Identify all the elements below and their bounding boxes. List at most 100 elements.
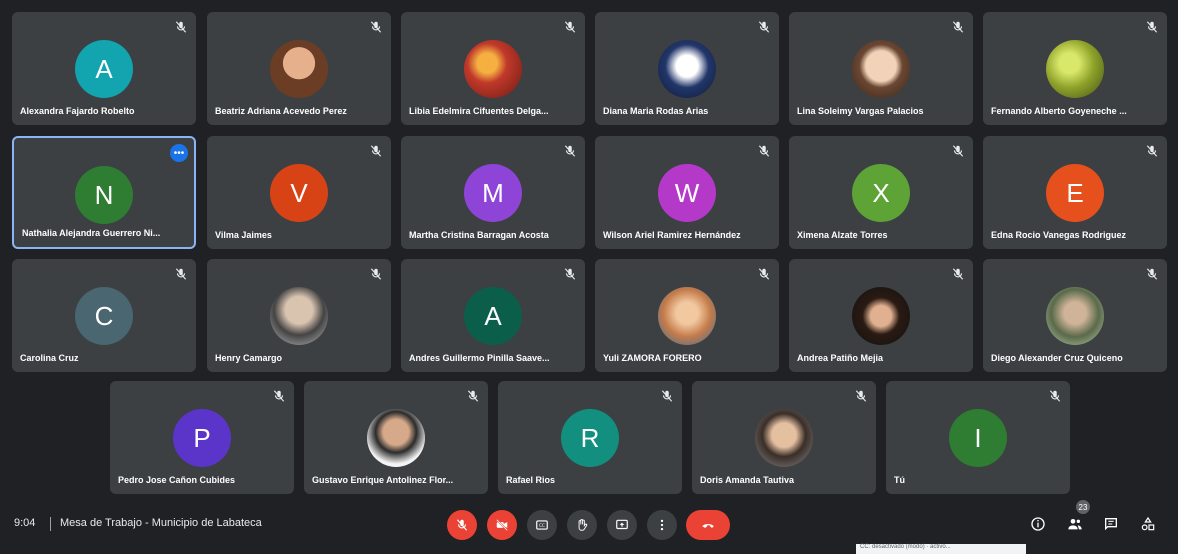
participant-tile[interactable]: I Tú <box>886 381 1070 494</box>
participant-tile[interactable]: Gustavo Enrique Antolinez Flor... <box>304 381 488 494</box>
mic-off-icon <box>272 389 286 403</box>
participant-avatar: E <box>1046 164 1104 222</box>
participant-photo <box>852 40 910 98</box>
participant-tile[interactable]: Beatriz Adriana Acevedo Perez <box>207 12 391 125</box>
participant-photo <box>852 287 910 345</box>
participant-name: Beatriz Adriana Acevedo Perez <box>215 106 347 116</box>
participant-tile[interactable]: M Martha Cristina Barragan Acosta <box>401 136 585 249</box>
participant-avatar: A <box>464 287 522 345</box>
participant-tile[interactable]: Diego Alexander Cruz Quiceno <box>983 259 1167 372</box>
more-options-button[interactable] <box>647 510 677 540</box>
mic-off-icon <box>757 144 771 158</box>
activities-icon <box>1141 516 1155 531</box>
mic-off-icon <box>466 389 480 403</box>
participants-button[interactable] <box>1064 513 1086 535</box>
participant-tile[interactable]: A Andres Guillermo Pinilla Saave... <box>401 259 585 372</box>
participant-tile[interactable]: A Alexandra Fajardo Robelto <box>12 12 196 125</box>
mic-off-icon <box>757 20 771 34</box>
participant-avatar: P <box>173 409 231 467</box>
participant-tile[interactable]: Fernando Alberto Goyeneche ... <box>983 12 1167 125</box>
participant-name: Nathalia Alejandra Guerrero Ni... <box>22 228 161 238</box>
mic-off-icon <box>854 389 868 403</box>
participant-tile[interactable]: N Nathalia Alejandra Guerrero Ni... ••• <box>12 136 196 249</box>
participant-avatar: A <box>75 40 133 98</box>
participant-avatar: W <box>658 164 716 222</box>
mic-off-icon <box>369 144 383 158</box>
mic-off-icon <box>1048 389 1062 403</box>
chat-button[interactable] <box>1100 513 1122 535</box>
participant-photo <box>1046 40 1104 98</box>
tile-more-options-icon[interactable]: ••• <box>170 144 188 162</box>
raise-hand-button[interactable] <box>567 510 597 540</box>
participant-photo <box>755 409 813 467</box>
participant-tile[interactable]: W Wilson Ariel Ramirez Hernández <box>595 136 779 249</box>
info-icon <box>1031 517 1045 531</box>
participant-name: Lina Soleimy Vargas Palacios <box>797 106 924 116</box>
activities-button[interactable] <box>1137 513 1159 535</box>
mic-off-icon <box>951 20 965 34</box>
participant-photo <box>367 409 425 467</box>
participant-name: Diana Maria Rodas Arias <box>603 106 709 116</box>
participant-avatar: I <box>949 409 1007 467</box>
participant-tile[interactable]: C Carolina Cruz <box>12 259 196 372</box>
participant-name: Libia Edelmira Cifuentes Delga... <box>409 106 549 116</box>
mic-off-icon <box>951 144 965 158</box>
participant-name: Pedro Jose Cañon Cubides <box>118 475 236 485</box>
participant-tile[interactable]: Doris Amanda Tautiva <box>692 381 876 494</box>
participant-tile[interactable]: R Rafael Rios <box>498 381 682 494</box>
participant-avatar: N <box>75 166 133 224</box>
present-icon <box>616 519 628 530</box>
participant-avatar: X <box>852 164 910 222</box>
leave-call-icon <box>702 523 714 528</box>
captions-button[interactable]: CC <box>527 510 557 540</box>
participant-name: Gustavo Enrique Antolinez Flor... <box>312 475 454 485</box>
participant-photo <box>270 40 328 98</box>
participant-avatar: R <box>561 409 619 467</box>
participant-tile[interactable]: Henry Camargo <box>207 259 391 372</box>
participant-grid: A Alexandra Fajardo Robelto Beatriz Adrian… <box>0 0 1178 500</box>
participant-name: Edna Rocio Vanegas Rodriguez <box>991 230 1127 240</box>
mic-off-icon <box>1145 267 1159 281</box>
participant-name: Tú <box>894 475 905 485</box>
participant-name: Martha Cristina Barragan Acosta <box>409 230 549 240</box>
mic-off-icon <box>563 267 577 281</box>
participant-count-badge: 23 <box>1076 500 1090 514</box>
camera-toggle-button[interactable] <box>487 510 517 540</box>
present-button[interactable] <box>607 510 637 540</box>
participant-tile[interactable]: Andrea Patiño Mejia <box>789 259 973 372</box>
mic-off-icon <box>757 267 771 281</box>
participant-tile[interactable]: Diana Maria Rodas Arias <box>595 12 779 125</box>
meeting-title: Mesa de Trabajo - Municipio de Labateca <box>60 517 262 529</box>
participant-name: Andres Guillermo Pinilla Saave... <box>409 353 550 363</box>
participant-tile[interactable]: P Pedro Jose Cañon Cubides <box>110 381 294 494</box>
participant-tile[interactable]: Yuli ZAMORA FORERO <box>595 259 779 372</box>
participant-name: Yuli ZAMORA FORERO <box>603 353 702 363</box>
participant-photo <box>270 287 328 345</box>
camera-off-icon <box>496 519 508 531</box>
mic-toggle-button[interactable] <box>447 510 477 540</box>
mic-off-icon <box>369 20 383 34</box>
participant-name: Wilson Ariel Ramirez Hernández <box>603 230 741 240</box>
mic-off-icon <box>369 267 383 281</box>
participant-avatar: C <box>75 287 133 345</box>
mic-off-icon <box>660 389 674 403</box>
participant-name: Andrea Patiño Mejia <box>797 353 884 363</box>
raise-hand-icon <box>578 518 588 531</box>
mic-off-icon <box>951 267 965 281</box>
participant-photo <box>464 40 522 98</box>
participant-tile[interactable]: Libia Edelmira Cifuentes Delga... <box>401 12 585 125</box>
participant-name: Fernando Alberto Goyeneche ... <box>991 106 1127 116</box>
participant-tile[interactable]: E Edna Rocio Vanegas Rodriguez <box>983 136 1167 249</box>
mic-off-icon <box>456 519 468 531</box>
participant-tile[interactable]: Lina Soleimy Vargas Palacios <box>789 12 973 125</box>
mic-off-icon <box>563 20 577 34</box>
participant-photo <box>658 287 716 345</box>
leave-call-button[interactable] <box>686 510 730 540</box>
mic-off-icon <box>1145 20 1159 34</box>
participant-avatar: M <box>464 164 522 222</box>
meeting-details-button[interactable] <box>1027 513 1049 535</box>
participant-name: Henry Camargo <box>215 353 283 363</box>
participant-name: Alexandra Fajardo Robelto <box>20 106 135 116</box>
participant-tile[interactable]: X Ximena Alzate Torres <box>789 136 973 249</box>
participant-tile[interactable]: V Vilma Jaimes <box>207 136 391 249</box>
